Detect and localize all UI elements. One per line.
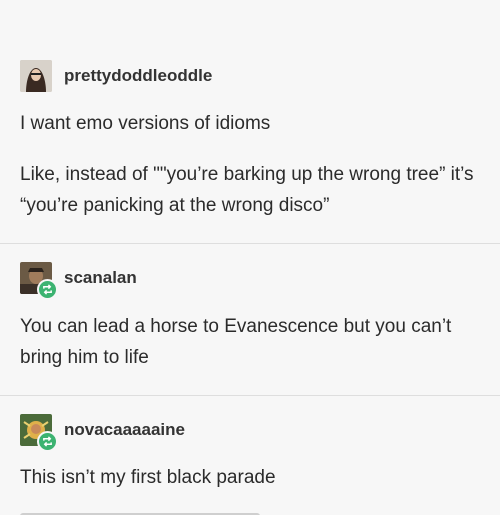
post-header: novacaaaaaine (20, 414, 185, 452)
reblog-icon (37, 279, 58, 300)
username[interactable]: prettydoddleoddle (64, 66, 212, 86)
post-text: Like, instead of ""you’re barking up the… (20, 164, 474, 216)
post-header: scanalan (20, 262, 137, 300)
divider (0, 243, 500, 244)
post-text: I want emo versions of idioms (20, 113, 271, 134)
user-avatar-icon[interactable] (20, 262, 58, 300)
username[interactable]: novacaaaaaine (64, 420, 185, 440)
user-avatar-icon[interactable] (20, 60, 52, 92)
user-avatar-icon[interactable] (20, 414, 58, 452)
post-text: You can lead a horse to Evanescence but … (20, 316, 452, 368)
username[interactable]: scanalan (64, 268, 137, 288)
reblog-icon (37, 431, 58, 452)
post-header: prettydoddleoddle (20, 60, 212, 92)
truncated-next-post (20, 506, 280, 515)
post-text: This isn’t my first black parade (20, 467, 276, 488)
divider (0, 395, 500, 396)
